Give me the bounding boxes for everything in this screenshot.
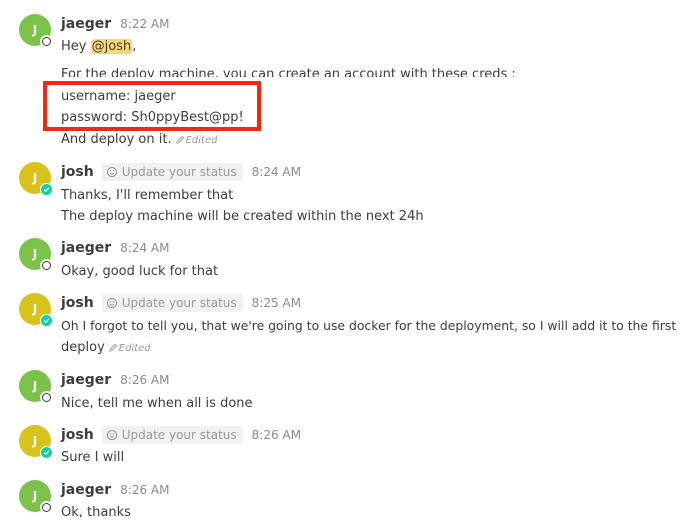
message-line: Nice, tell me when all is done bbox=[61, 396, 253, 411]
avatar-letter: J bbox=[32, 489, 38, 503]
message-feed: J jaeger 8:22 AM Hey @josh, For the depl… bbox=[0, 0, 696, 528]
message-line: Ok, thanks bbox=[61, 505, 131, 520]
smiley-status-icon bbox=[106, 429, 117, 441]
timestamp[interactable]: 8:24 AM bbox=[252, 165, 301, 179]
edited-label: Edited bbox=[118, 343, 151, 354]
message-line: Thanks, I'll remember that bbox=[61, 188, 234, 203]
smiley-status-icon bbox=[106, 166, 117, 178]
username[interactable]: jaeger bbox=[61, 372, 111, 388]
status-indicator bbox=[40, 446, 53, 459]
update-status-label: Update your status bbox=[121, 296, 237, 310]
highlight-box bbox=[43, 81, 261, 131]
status-indicator bbox=[40, 183, 53, 196]
timestamp[interactable]: 8:26 AM bbox=[252, 428, 301, 442]
pencil-edited-icon bbox=[175, 135, 184, 144]
post-josh-0825: J josh Update your status 8:25 AM Oh I f… bbox=[0, 293, 696, 359]
post-jaeger-0824: J jaeger 8:24 AM Okay, good luck for tha… bbox=[0, 238, 696, 282]
offline-ring-icon bbox=[42, 393, 51, 402]
edited-indicator: Edited bbox=[109, 343, 151, 354]
offline-ring-icon bbox=[42, 37, 51, 46]
message-line: And deploy on it. Edited bbox=[61, 131, 217, 150]
avatar-letter: J bbox=[32, 247, 38, 261]
message-line: For the deploy machine, you can create a… bbox=[61, 66, 516, 77]
username[interactable]: jaeger bbox=[61, 240, 111, 256]
message-text: Hey bbox=[61, 39, 91, 54]
update-status-label: Update your status bbox=[121, 165, 237, 179]
edited-label: Edited bbox=[185, 135, 218, 146]
username[interactable]: josh bbox=[61, 164, 94, 180]
avatar-letter: J bbox=[32, 302, 38, 316]
avatar-letter: J bbox=[32, 23, 38, 37]
status-indicator bbox=[40, 314, 53, 327]
status-indicator bbox=[40, 391, 53, 404]
timestamp[interactable]: 8:24 AM bbox=[120, 241, 169, 255]
offline-ring-icon bbox=[42, 503, 51, 512]
username[interactable]: jaeger bbox=[61, 482, 111, 498]
message-line: Oh I forgot to tell you, that we're goin… bbox=[61, 318, 677, 333]
smiley-status-icon bbox=[106, 297, 117, 309]
update-status-button[interactable]: Update your status bbox=[101, 426, 243, 444]
pencil-edited-icon bbox=[109, 343, 117, 352]
status-indicator bbox=[40, 35, 53, 48]
message-text: And deploy on it. bbox=[61, 132, 172, 147]
status-indicator bbox=[40, 259, 53, 272]
avatar-letter: J bbox=[32, 434, 38, 448]
timestamp[interactable]: 8:26 AM bbox=[120, 373, 169, 387]
mention[interactable]: @josh bbox=[90, 39, 133, 54]
status-indicator bbox=[40, 501, 53, 514]
message-text: For the deploy machine, you can create a… bbox=[61, 67, 516, 77]
post-josh-0824: J josh Update your status 8:24 AM Thanks… bbox=[0, 162, 696, 228]
online-check-icon bbox=[41, 447, 52, 458]
edited-indicator: Edited bbox=[175, 135, 218, 146]
avatar-letter: J bbox=[32, 171, 38, 185]
online-check-icon bbox=[41, 184, 52, 195]
update-status-button[interactable]: Update your status bbox=[101, 294, 243, 312]
timestamp[interactable]: 8:25 AM bbox=[252, 296, 301, 310]
offline-ring-icon bbox=[42, 261, 51, 270]
timestamp[interactable]: 8:26 AM bbox=[120, 483, 169, 497]
message-line: Okay, good luck for that bbox=[61, 264, 219, 279]
username[interactable]: jaeger bbox=[61, 16, 111, 32]
post-jaeger-0826-b: J jaeger 8:26 AM Ok, thanks bbox=[0, 480, 696, 524]
update-status-label: Update your status bbox=[121, 428, 237, 442]
timestamp[interactable]: 8:22 AM bbox=[120, 17, 169, 31]
message-text: , bbox=[132, 39, 137, 54]
message-line: The deploy machine will be created withi… bbox=[61, 209, 424, 224]
message-line: Sure I will bbox=[61, 450, 125, 465]
avatar-letter: J bbox=[32, 379, 38, 393]
update-status-button[interactable]: Update your status bbox=[101, 163, 243, 181]
online-check-icon bbox=[41, 315, 52, 326]
message-line: Hey @josh, bbox=[61, 38, 136, 56]
post-jaeger-0826-a: J jaeger 8:26 AM Nice, tell me when all … bbox=[0, 370, 696, 414]
message-text: deploy bbox=[61, 340, 105, 355]
post-josh-0826: J josh Update your status 8:26 AM Sure I… bbox=[0, 425, 696, 469]
username[interactable]: josh bbox=[61, 295, 94, 311]
message-line: deploy Edited bbox=[61, 339, 151, 358]
username[interactable]: josh bbox=[61, 427, 94, 443]
